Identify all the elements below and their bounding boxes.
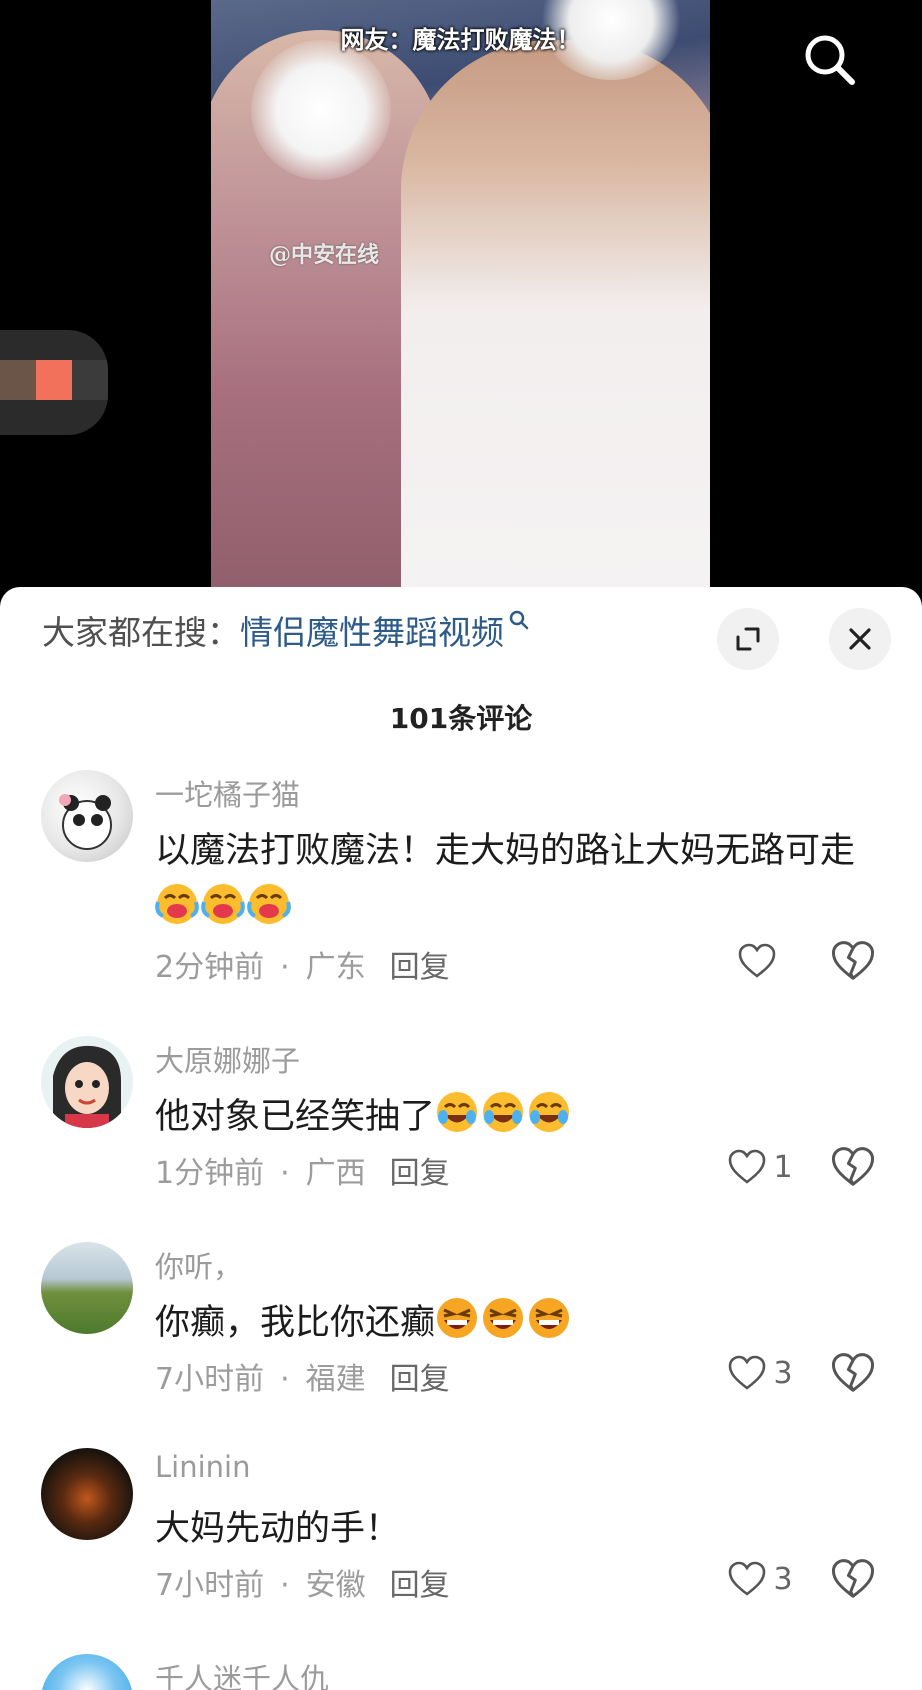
heart-icon — [729, 1149, 766, 1184]
heart-icon — [729, 1561, 766, 1596]
comment-time: 7小时前 — [155, 1362, 265, 1397]
like-button[interactable] — [700, 938, 820, 984]
meta-separator: · — [280, 1156, 290, 1191]
comment-location: 安徽 — [305, 1568, 366, 1603]
comment-username[interactable]: Lininin — [155, 1450, 250, 1484]
video-caption: 网友：魔法打败魔法！ — [340, 26, 581, 54]
grin-emoji-icon — [437, 1298, 478, 1338]
meta-separator: · — [280, 1568, 290, 1603]
comment-meta: 2分钟前 · 广东 回复 — [155, 942, 450, 986]
trending-search-query[interactable]: 情侣魔性舞蹈视频 — [240, 606, 504, 654]
video-player[interactable]: 网友：魔法打败魔法！ @中安在线 — [0, 0, 922, 600]
broken-heart-icon[interactable] — [830, 1350, 876, 1396]
like-button[interactable]: 3 — [700, 1350, 820, 1396]
comment-text: 你癫，我比你还癫 — [155, 1294, 855, 1352]
broken-heart-icon[interactable] — [830, 938, 876, 984]
comment-text-body: 你癫，我比你还癫 — [155, 1303, 436, 1343]
comment-meta: 1分钟前 · 广西 回复 — [155, 1148, 450, 1192]
avatar[interactable] — [41, 770, 133, 862]
comment-location: 广东 — [305, 950, 366, 985]
avatar[interactable] — [41, 1448, 133, 1540]
comment-location: 广西 — [305, 1156, 366, 1191]
face-blur — [251, 40, 391, 180]
crying-laughing-emoji-icon — [201, 884, 245, 924]
heart-icon — [729, 1355, 766, 1390]
crying-laughing-emoji-icon — [155, 884, 199, 924]
comment-text: 他对象已经笑抽了 — [155, 1088, 855, 1146]
reply-button[interactable]: 回复 — [390, 950, 450, 985]
heart-icon — [738, 943, 776, 978]
close-button[interactable] — [829, 608, 891, 670]
comment-meta: 7小时前 · 安徽 回复 — [155, 1560, 450, 1604]
grin-emoji-icon — [529, 1298, 570, 1338]
search-icon — [509, 610, 529, 630]
trending-search[interactable]: 大家都在搜： 情侣魔性舞蹈视频 — [42, 605, 530, 655]
laugh-tears-emoji-icon — [529, 1092, 570, 1132]
like-count: 1 — [773, 1149, 793, 1185]
avatar[interactable] — [41, 1242, 133, 1334]
reply-button[interactable]: 回复 — [390, 1362, 450, 1397]
search-icon[interactable] — [800, 30, 860, 90]
expand-icon — [736, 627, 760, 651]
trending-search-prefix: 大家都在搜： — [42, 613, 240, 652]
close-icon — [849, 628, 871, 650]
comment-username[interactable]: 一坨橘子猫 — [155, 772, 300, 814]
laugh-tears-emoji-icon — [483, 1092, 524, 1132]
like-button[interactable]: 1 — [700, 1144, 820, 1190]
broken-heart-icon[interactable] — [830, 1144, 876, 1190]
reply-button[interactable]: 回复 — [390, 1568, 450, 1603]
comment-text: 以魔法打败魔法！走大妈的路让大妈无路可走 — [155, 822, 855, 938]
comment-time: 7小时前 — [155, 1568, 265, 1603]
video-frame[interactable]: 网友：魔法打败魔法！ @中安在线 — [211, 0, 710, 600]
expand-button[interactable] — [717, 608, 779, 670]
comment-username[interactable]: 你听， — [155, 1244, 242, 1286]
video-watermark: @中安在线 — [269, 242, 380, 268]
comment-meta: 7小时前 · 福建 回复 — [155, 1354, 450, 1398]
comment-text-body: 他对象已经笑抽了 — [155, 1097, 436, 1137]
comment-username[interactable]: 千人迷千人仇 — [155, 1656, 329, 1690]
reply-button[interactable]: 回复 — [390, 1156, 450, 1191]
comment-username[interactable]: 大原娜娜子 — [155, 1038, 300, 1080]
comment-text-body: 以魔法打败魔法！走大妈的路让大妈无路可走 — [155, 831, 856, 871]
meta-separator: · — [280, 1362, 290, 1397]
comment-text: 大妈先动的手！ — [155, 1509, 401, 1549]
grin-emoji-icon — [483, 1298, 524, 1338]
comment-sheet: 大家都在搜： 情侣魔性舞蹈视频 101条评论 一坨橘子猫 以魔法打败魔法！走大妈… — [0, 587, 922, 1690]
broken-heart-icon[interactable] — [830, 1556, 876, 1602]
avatar[interactable] — [41, 1654, 133, 1690]
avatar[interactable] — [41, 1036, 133, 1128]
comment-location: 福建 — [305, 1362, 366, 1397]
like-button[interactable]: 3 — [700, 1556, 820, 1602]
laugh-tears-emoji-icon — [437, 1092, 478, 1132]
side-thumbnail[interactable] — [0, 330, 108, 435]
crying-laughing-emoji-icon — [247, 884, 291, 924]
comment-time: 1分钟前 — [155, 1156, 265, 1191]
video-person-right — [401, 40, 710, 600]
like-count: 3 — [773, 1355, 793, 1391]
meta-separator: · — [280, 950, 290, 985]
comment-count: 101条评论 — [389, 702, 533, 735]
like-count: 3 — [773, 1561, 793, 1597]
comment-time: 2分钟前 — [155, 950, 265, 985]
